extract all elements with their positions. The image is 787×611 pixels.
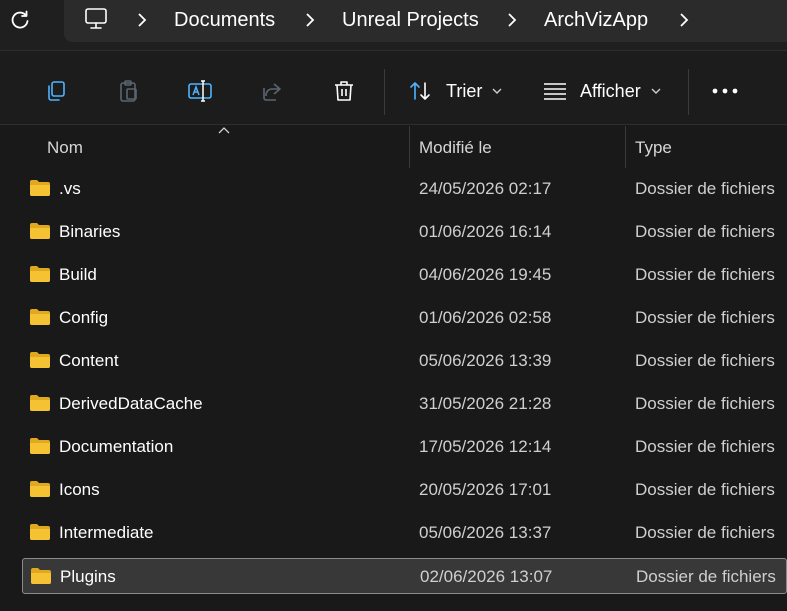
file-name: Plugins bbox=[60, 567, 116, 586]
sort-ascending-icon bbox=[218, 127, 230, 134]
computer-icon bbox=[85, 8, 107, 29]
paste-button[interactable] bbox=[112, 75, 144, 107]
sort-icon bbox=[410, 82, 430, 100]
file-type: Dossier de fichiers bbox=[635, 265, 775, 284]
file-name: .vs bbox=[59, 179, 81, 198]
file-type: Dossier de fichiers bbox=[635, 480, 775, 499]
file-modified-date: 24/05/2026 02:17 bbox=[419, 179, 552, 198]
file-modified-date: 01/06/2026 16:14 bbox=[419, 222, 552, 241]
rename-button[interactable] bbox=[184, 75, 216, 107]
chevron-down-icon bbox=[492, 88, 502, 94]
address-area: Documents Unreal Projects ArchVizApp bbox=[0, 0, 787, 50]
file-type: Dossier de fichiers bbox=[635, 222, 775, 241]
file-row[interactable]: DerivedDataCache 31/05/2026 21:28 Dossier … bbox=[22, 386, 787, 422]
sort-label: Trier bbox=[446, 80, 483, 101]
file-name: Binaries bbox=[59, 222, 121, 241]
file-modified-date: 05/06/2026 13:39 bbox=[419, 351, 552, 370]
copy-button[interactable] bbox=[40, 75, 72, 107]
refresh-button[interactable] bbox=[4, 4, 36, 36]
command-bar: Trier Afficher bbox=[0, 50, 787, 125]
refresh-icon bbox=[11, 10, 29, 29]
folder-icon bbox=[30, 438, 50, 454]
delete-button[interactable] bbox=[328, 75, 360, 107]
folder-icon bbox=[30, 309, 50, 325]
toolbar-separator bbox=[384, 69, 385, 115]
chevron-right-icon[interactable] bbox=[678, 11, 690, 29]
column-divider[interactable] bbox=[625, 126, 626, 168]
file-row[interactable]: Build 04/06/2026 19:45 Dossier de fichiers bbox=[22, 257, 787, 293]
file-modified-date: 17/05/2026 12:14 bbox=[419, 437, 552, 456]
breadcrumb-documents[interactable]: Documents bbox=[174, 8, 275, 32]
file-modified-date: 31/05/2026 21:28 bbox=[419, 394, 552, 413]
column-header-row: Nom Modifié le Type bbox=[0, 126, 787, 168]
more-options-button[interactable] bbox=[708, 75, 742, 107]
folder-icon bbox=[30, 266, 50, 282]
file-row[interactable]: Intermediate 05/06/2026 13:37 Dossier de f… bbox=[22, 515, 787, 551]
file-type: Dossier de fichiers bbox=[635, 179, 775, 198]
file-name: DerivedDataCache bbox=[59, 394, 203, 413]
column-type[interactable]: Type bbox=[635, 138, 672, 158]
file-row[interactable]: Config 01/06/2026 02:58 Dossier de fichier… bbox=[22, 300, 787, 336]
file-modified-date: 02/06/2026 13:07 bbox=[420, 567, 553, 586]
chevron-right-icon[interactable] bbox=[506, 11, 518, 29]
file-modified-date: 01/06/2026 02:58 bbox=[419, 308, 552, 327]
folder-icon bbox=[30, 481, 50, 497]
sort-button[interactable]: Trier bbox=[408, 75, 502, 107]
file-name: Icons bbox=[59, 480, 100, 499]
file-type: Dossier de fichiers bbox=[636, 567, 776, 586]
breadcrumb-archvizapp[interactable]: ArchVizApp bbox=[544, 8, 648, 32]
share-icon bbox=[263, 83, 281, 101]
folder-icon bbox=[30, 395, 50, 411]
chevron-down-icon bbox=[651, 88, 661, 94]
folder-icon bbox=[30, 352, 50, 368]
column-name[interactable]: Nom bbox=[47, 138, 83, 158]
chevron-right-icon[interactable] bbox=[136, 11, 148, 29]
share-button[interactable] bbox=[256, 75, 288, 107]
chevron-right-icon[interactable] bbox=[304, 11, 316, 29]
paste-icon bbox=[120, 80, 137, 102]
folder-icon bbox=[30, 524, 50, 540]
file-type: Dossier de fichiers bbox=[635, 308, 775, 327]
file-name: Build bbox=[59, 265, 97, 284]
column-divider[interactable] bbox=[409, 126, 410, 168]
folder-icon bbox=[30, 180, 50, 196]
toolbar-separator bbox=[688, 69, 689, 115]
file-type: Dossier de fichiers bbox=[635, 437, 775, 456]
file-name: Config bbox=[59, 308, 109, 327]
folder-icon bbox=[31, 568, 51, 584]
file-row[interactable]: Content 05/06/2026 13:39 Dossier de fichie… bbox=[22, 343, 787, 379]
address-bar[interactable]: Documents Unreal Projects ArchVizApp bbox=[64, 0, 787, 42]
file-name: Documentation bbox=[59, 437, 174, 456]
file-name: Intermediate bbox=[59, 523, 154, 542]
file-modified-date: 20/05/2026 17:01 bbox=[419, 480, 552, 499]
more-icon bbox=[712, 88, 738, 94]
file-modified-date: 04/06/2026 19:45 bbox=[419, 265, 552, 284]
file-row[interactable]: Icons 20/05/2026 17:01 Dossier de fichiers bbox=[22, 472, 787, 508]
file-name: Content bbox=[59, 351, 119, 370]
view-button[interactable]: Afficher bbox=[542, 75, 661, 107]
rename-icon bbox=[188, 80, 212, 102]
view-label: Afficher bbox=[580, 80, 641, 101]
file-row[interactable]: Plugins 02/06/2026 13:07 Dossier de fichie… bbox=[22, 558, 787, 594]
file-modified-date: 05/06/2026 13:37 bbox=[419, 523, 552, 542]
breadcrumb-unreal-projects[interactable]: Unreal Projects bbox=[342, 8, 479, 32]
copy-icon bbox=[48, 81, 65, 101]
file-row[interactable]: Binaries 01/06/2026 16:14 Dossier de fichi… bbox=[22, 214, 787, 250]
delete-icon bbox=[335, 81, 353, 101]
file-type: Dossier de fichiers bbox=[635, 394, 775, 413]
file-row[interactable]: Documentation 17/05/2026 12:14 Dossier de … bbox=[22, 429, 787, 465]
file-type: Dossier de fichiers bbox=[635, 351, 775, 370]
column-modified[interactable]: Modifié le bbox=[419, 138, 492, 158]
file-type: Dossier de fichiers bbox=[635, 523, 775, 542]
view-icon bbox=[544, 83, 566, 100]
folder-icon bbox=[30, 223, 50, 239]
file-row[interactable]: .vs 24/05/2026 02:17 Dossier de fichiers bbox=[22, 171, 787, 207]
